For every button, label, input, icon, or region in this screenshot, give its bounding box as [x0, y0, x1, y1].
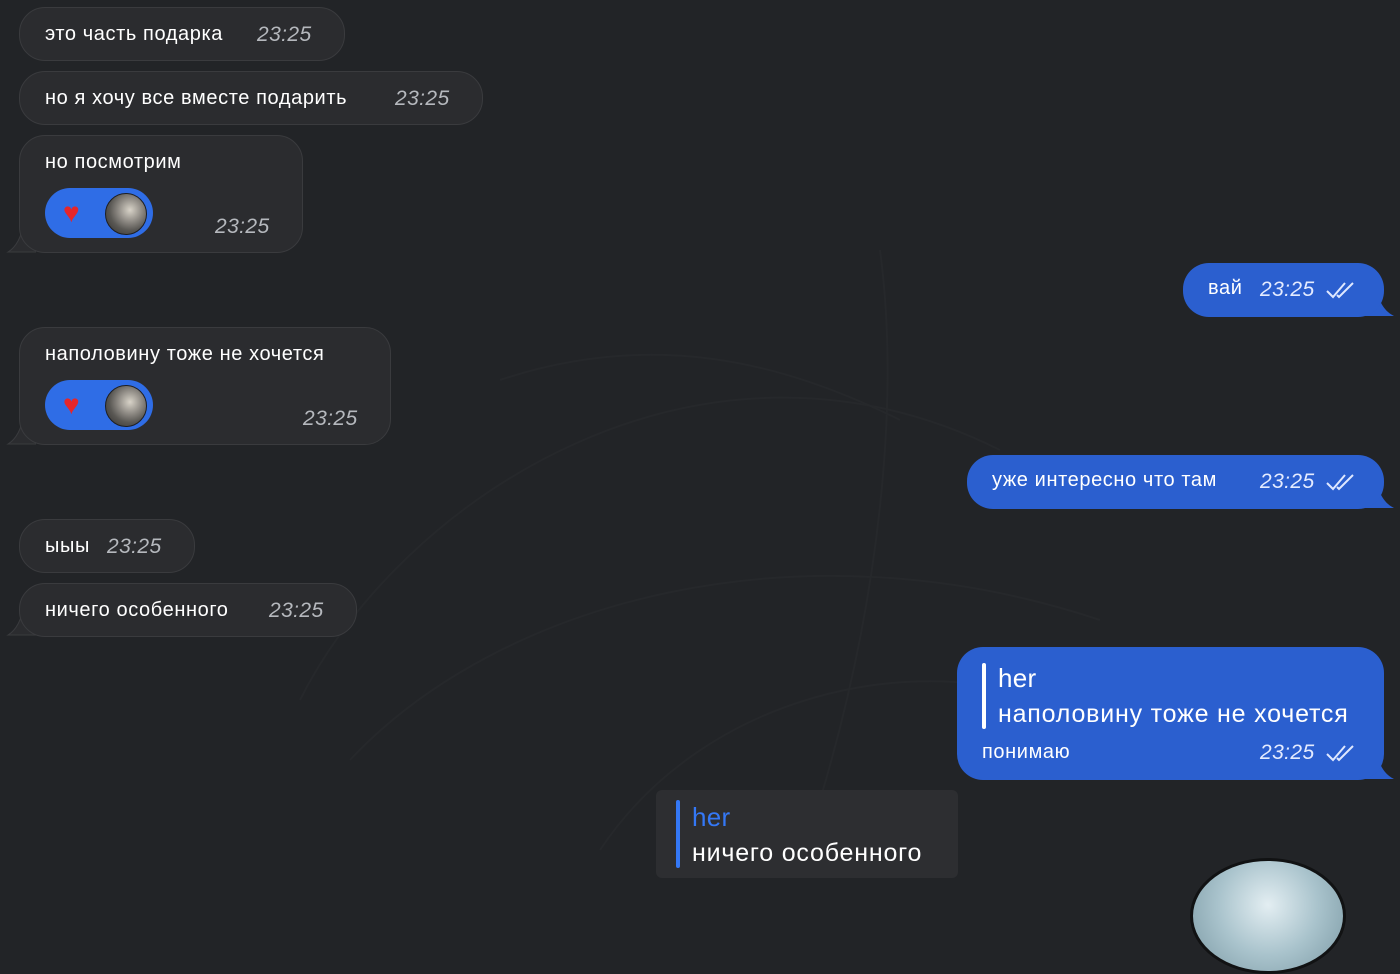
message-text: ничего особенного	[45, 599, 229, 621]
message-time: 23:25	[1260, 741, 1315, 764]
heart-icon: ♥	[63, 197, 81, 228]
message-time: 23:25	[215, 215, 270, 238]
message-time: 23:25	[107, 535, 162, 558]
incoming-message[interactable]: это часть подарка 23:25	[19, 7, 345, 61]
message-text: вай	[1208, 277, 1243, 299]
read-receipt-icon	[1326, 745, 1354, 762]
message-time: 23:25	[303, 407, 358, 430]
incoming-message[interactable]: ничего особенного 23:25	[19, 583, 357, 637]
message-text: но я хочу все вместе подарить	[45, 87, 348, 109]
reaction-pill[interactable]: ♥	[45, 188, 153, 238]
read-receipt-icon	[1326, 474, 1354, 491]
avatar	[105, 193, 147, 235]
incoming-message[interactable]: ыыы 23:25	[19, 519, 195, 573]
message-text: наполовину тоже не хочется	[45, 343, 325, 365]
heart-icon: ♥	[63, 389, 81, 420]
message-text: ыыы	[45, 535, 90, 557]
reaction-pill[interactable]: ♥	[45, 380, 153, 430]
outgoing-message[interactable]: уже интересно что там 23:25	[967, 455, 1384, 509]
reply-author: her	[692, 802, 731, 832]
message-time: 23:25	[395, 87, 450, 110]
reply-quoted-text: ничего особенного	[692, 839, 923, 867]
message-time: 23:25	[1260, 278, 1315, 301]
incoming-message[interactable]: но я хочу все вместе подарить 23:25	[19, 71, 483, 125]
incoming-message[interactable]: но посмотрим ♥ 23:25	[19, 135, 303, 253]
message-time: 23:25	[1260, 470, 1315, 493]
sticker-preview[interactable]	[1190, 858, 1346, 974]
message-time: 23:25	[269, 599, 324, 622]
message-text: понимаю	[982, 741, 1071, 763]
outgoing-message[interactable]: вай 23:25	[1183, 263, 1384, 317]
composer-reply-preview[interactable]: her ничего особенного	[656, 790, 958, 878]
reply-bar	[982, 663, 986, 729]
reply-quoted-text[interactable]: наполовину тоже не хочется	[998, 700, 1349, 729]
avatar	[105, 385, 147, 427]
message-text: но посмотрим	[45, 151, 182, 173]
incoming-message[interactable]: наполовину тоже не хочется ♥ 23:25	[19, 327, 391, 445]
read-receipt-icon	[1326, 282, 1354, 299]
reply-author[interactable]: her	[998, 663, 1036, 694]
outgoing-message-reply[interactable]: her наполовину тоже не хочется понимаю 2…	[957, 647, 1384, 780]
message-time: 23:25	[257, 23, 312, 46]
message-text: уже интересно что там	[992, 469, 1217, 491]
reply-bar	[676, 800, 680, 868]
message-text: это часть подарка	[45, 23, 224, 45]
